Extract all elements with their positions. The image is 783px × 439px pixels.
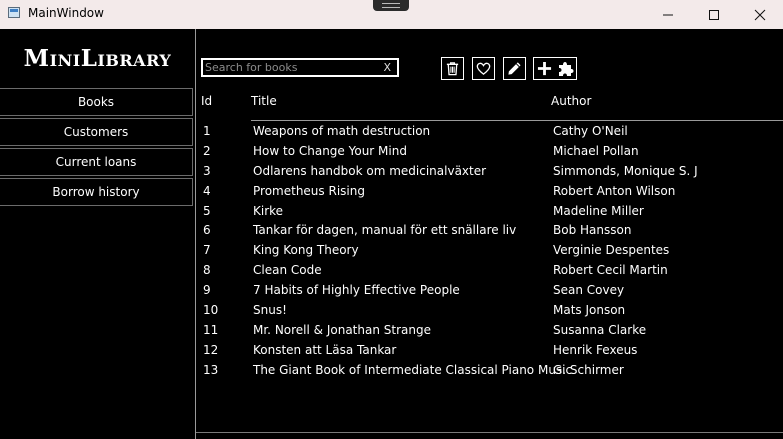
cell-author: Susanna Clarke <box>553 323 647 337</box>
table-row[interactable]: 4 Prometheus Rising Robert Anton Wilson <box>196 181 783 201</box>
minimize-button[interactable] <box>645 0 691 29</box>
cell-title: Weapons of math destruction <box>253 124 431 138</box>
cell-author: Henrik Fexeus <box>553 343 638 357</box>
main-panel: X Id Title Author 1 Weapons of math <box>195 29 783 439</box>
cell-author: Robert Anton Wilson <box>553 184 676 198</box>
close-button[interactable] <box>737 0 783 29</box>
app-logo: MiniLibrary <box>23 45 172 72</box>
cell-author: Verginie Despentes <box>553 243 670 257</box>
column-header-author[interactable]: Author <box>551 94 591 108</box>
table-row[interactable]: 13 The Giant Book of Intermediate Classi… <box>196 360 783 380</box>
plus-icon <box>537 61 552 76</box>
column-header-id[interactable]: Id <box>201 94 212 108</box>
delete-button[interactable] <box>441 57 464 80</box>
window-title: MainWindow <box>28 6 104 20</box>
cell-title: 7 Habits of Highly Effective People <box>253 283 460 297</box>
table-row[interactable]: 8 Clean Code Robert Cecil Martin <box>196 260 783 280</box>
drag-handle[interactable] <box>373 0 409 11</box>
cell-title: King Kong Theory <box>253 243 359 257</box>
cell-id: 3 <box>203 164 211 178</box>
cell-author: Simmonds, Monique S. J <box>553 164 698 178</box>
table-row[interactable]: 5 Kirke Madeline Miller <box>196 201 783 221</box>
table-row[interactable]: 9 7 Habits of Highly Effective People Se… <box>196 280 783 300</box>
sidebar-item-current-loans[interactable]: Current loans <box>0 148 193 176</box>
edit-button[interactable] <box>503 57 526 80</box>
sidebar-item-borrow-history[interactable]: Borrow history <box>0 178 193 206</box>
cell-author: Cathy O'Neil <box>553 124 628 138</box>
cell-author: Mats Jonson <box>553 303 626 317</box>
cell-id: 6 <box>203 223 211 237</box>
cell-id: 9 <box>203 283 211 297</box>
clear-search-button[interactable]: X <box>383 60 391 75</box>
cell-author: Robert Cecil Martin <box>553 263 668 277</box>
cell-title: How to Change Your Mind <box>253 144 407 158</box>
cell-id: 1 <box>203 124 211 138</box>
cell-title: Clean Code <box>253 263 322 277</box>
cell-title: The Giant Book of Intermediate Classical… <box>253 363 573 377</box>
table-row[interactable]: 10 Snus! Mats Jonson <box>196 300 783 320</box>
table-row[interactable]: 3 Odlarens handbok om medicinalväxter Si… <box>196 161 783 181</box>
cell-id: 5 <box>203 204 211 218</box>
cell-title: Kirke <box>253 204 284 218</box>
column-header-title[interactable]: Title <box>251 94 277 108</box>
add-plugin-button[interactable] <box>555 57 577 80</box>
favorite-button[interactable] <box>472 57 495 80</box>
table-row[interactable]: 12 Konsten att Läsa Tankar Henrik Fexeus <box>196 340 783 360</box>
sidebar-item-books[interactable]: Books <box>0 88 193 116</box>
close-icon <box>754 9 766 20</box>
puzzle-icon <box>558 61 573 76</box>
cell-author: G. Schirmer <box>553 363 624 377</box>
cell-title: Tankar för dagen, manual för ett snällar… <box>253 223 517 237</box>
cell-id: 12 <box>203 343 219 357</box>
trash-icon <box>446 62 459 76</box>
cell-title: Prometheus Rising <box>253 184 365 198</box>
cell-author: Madeline Miller <box>553 204 644 218</box>
cell-id: 2 <box>203 144 211 158</box>
minimize-icon <box>663 14 673 15</box>
title-bar: MainWindow <box>0 0 783 29</box>
add-button[interactable] <box>533 57 555 80</box>
cell-author: Bob Hansson <box>553 223 632 237</box>
cell-id: 13 <box>203 363 219 377</box>
search-input[interactable] <box>204 60 375 75</box>
table-row[interactable]: 7 King Kong Theory Verginie Despentes <box>196 240 783 260</box>
maximize-icon <box>709 9 719 20</box>
cell-title: Mr. Norell & Jonathan Strange <box>253 323 431 337</box>
table-row[interactable]: 2 How to Change Your Mind Michael Pollan <box>196 141 783 161</box>
maximize-button[interactable] <box>691 0 737 29</box>
cell-id: 11 <box>203 323 219 337</box>
window-app-icon <box>8 7 20 18</box>
cell-id: 10 <box>203 303 219 317</box>
cell-id: 8 <box>203 263 211 277</box>
sidebar-item-customers[interactable]: Customers <box>0 118 193 146</box>
table-row[interactable]: 1 Weapons of math destruction Cathy O'Ne… <box>196 121 783 141</box>
search-box: X <box>201 58 399 77</box>
cell-title: Konsten att Läsa Tankar <box>253 343 397 357</box>
bottom-border <box>196 432 783 433</box>
pencil-icon <box>508 62 521 75</box>
cell-author: Sean Covey <box>553 283 625 297</box>
cell-title: Odlarens handbok om medicinalväxter <box>253 164 487 178</box>
table-row[interactable]: 6 Tankar för dagen, manual för ett snäll… <box>196 220 783 240</box>
cell-id: 4 <box>203 184 211 198</box>
table-row[interactable]: 11 Mr. Norell & Jonathan Strange Susanna… <box>196 320 783 340</box>
heart-icon <box>476 62 491 75</box>
cell-title: Snus! <box>253 303 287 317</box>
sidebar: MiniLibrary Books Customers Current loan… <box>0 29 195 439</box>
cell-author: Michael Pollan <box>553 144 639 158</box>
cell-id: 7 <box>203 243 211 257</box>
